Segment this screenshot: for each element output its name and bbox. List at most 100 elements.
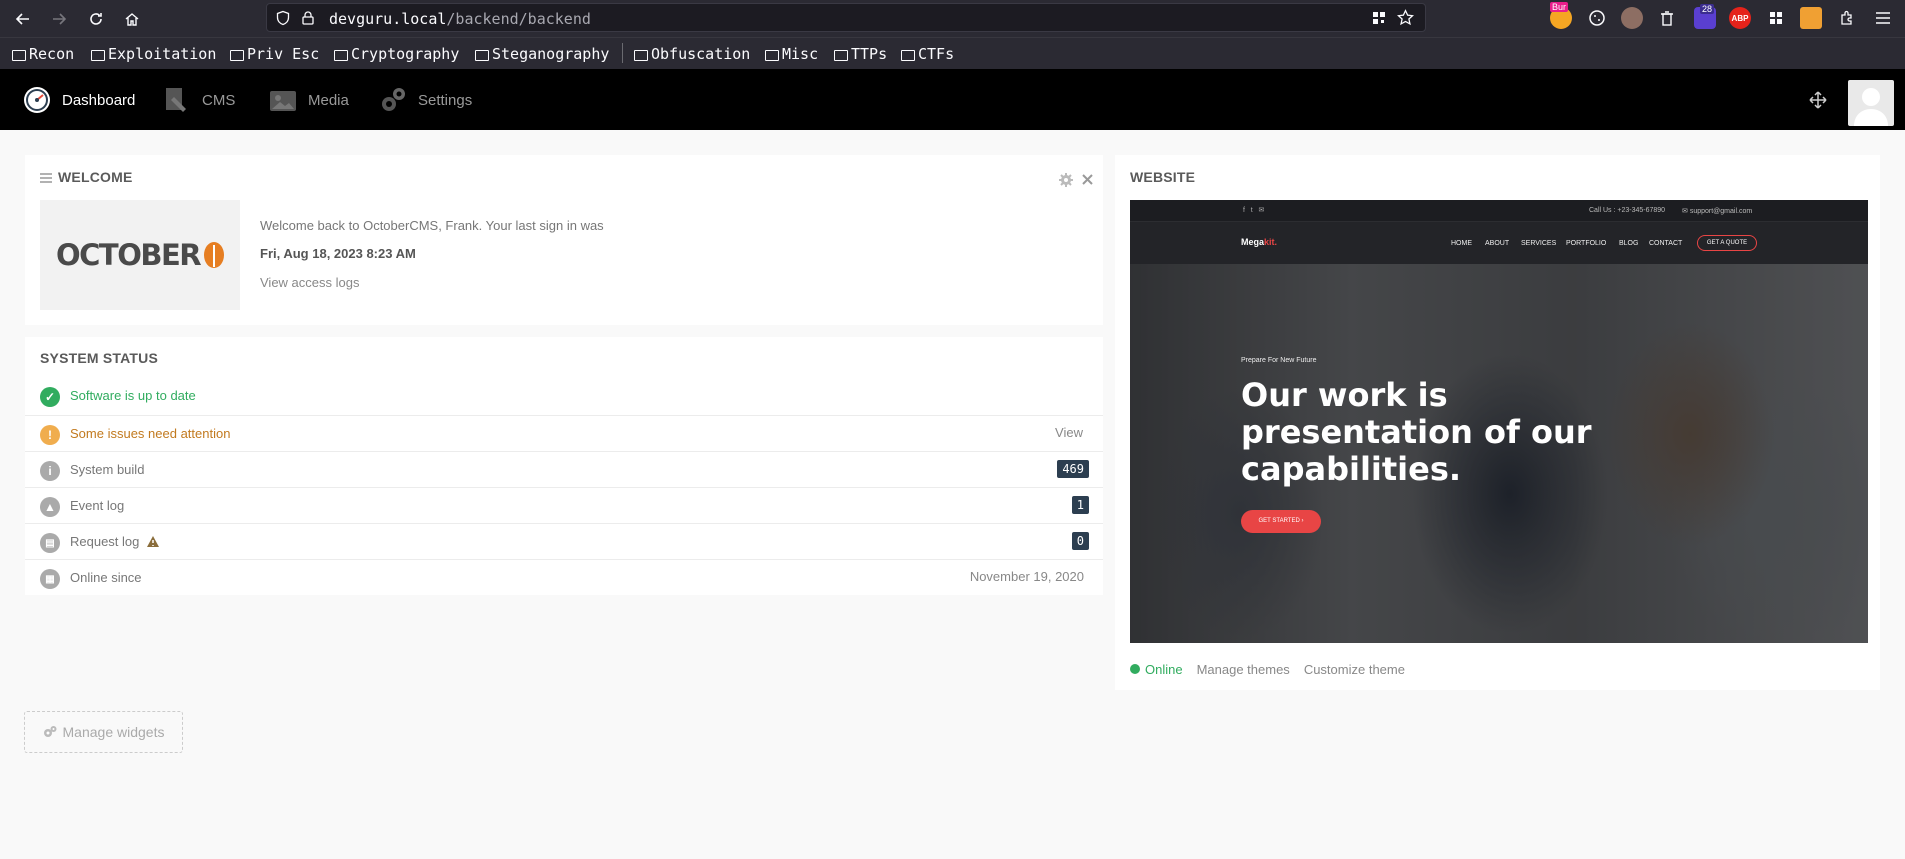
folder-icon: [634, 49, 648, 61]
bookmark-folder-steganography[interactable]: Steganography: [475, 45, 609, 63]
welcome-message: Welcome back to OctoberCMS, Frank. Your …: [260, 218, 604, 233]
bookmark-folder-misc[interactable]: Misc: [765, 45, 818, 63]
shield-icon[interactable]: [275, 10, 291, 26]
exclamation-icon: !: [40, 425, 60, 445]
extension-count-badge: 28: [1700, 4, 1715, 14]
customize-theme-link[interactable]: Customize theme: [1304, 662, 1405, 677]
bookmark-label: Steganography: [492, 45, 610, 63]
grid-extension-icon[interactable]: [1765, 7, 1787, 29]
alert-triangle-icon: [147, 536, 159, 547]
cookie-extension-icon[interactable]: [1586, 7, 1608, 29]
adblock-plus-icon[interactable]: ABP: [1729, 7, 1751, 29]
lock-icon[interactable]: [300, 10, 316, 26]
browser-toolbar: devguru.local/backend/backend Bur 28 ABP: [0, 0, 1905, 37]
welcome-widget: WELCOME OCTOBER Welcome back to OctoberC…: [25, 155, 1103, 325]
bookmark-label: Misc: [782, 45, 819, 63]
menu-hamburger-icon[interactable]: [1872, 7, 1894, 29]
preview-brand: Megakit.: [1241, 237, 1277, 247]
website-status-bar: Online Manage themes Customize theme: [1130, 661, 1405, 677]
view-issues-link[interactable]: View: [1055, 425, 1083, 440]
status-row-software: ✓ Software is up to date: [25, 378, 1103, 414]
forward-button[interactable]: [46, 6, 72, 32]
nav-item-cms[interactable]: CMS: [162, 85, 235, 115]
nav-label: CMS: [202, 91, 236, 109]
back-arrow-icon: [15, 13, 29, 25]
online-since-date: November 19, 2020: [969, 569, 1084, 584]
status-label: System build: [70, 462, 145, 477]
nav-label: Dashboard: [62, 91, 136, 109]
owl-extension-icon[interactable]: [1621, 7, 1643, 29]
website-title: WEBSITE: [1130, 169, 1196, 185]
document-icon: ▤: [40, 533, 60, 553]
settings-icon: [382, 88, 405, 111]
nav-item-media[interactable]: Media: [268, 85, 349, 115]
bookmark-folder-ctfs[interactable]: CTFs: [901, 45, 954, 63]
website-online-status: Online: [1145, 661, 1183, 677]
qr-code-icon[interactable]: [1371, 10, 1387, 26]
home-button[interactable]: [119, 6, 145, 32]
reload-button[interactable]: [83, 6, 109, 32]
bookmark-label: Cryptography: [351, 45, 460, 63]
bookmarks-bar: Recon Exploitation Priv Esc Cryptography…: [0, 37, 1905, 69]
website-preview[interactable]: f t ✉ Call Us : +23-345-67890 ✉ support@…: [1130, 200, 1868, 643]
last-signin-date: Fri, Aug 18, 2023 8:23 AM: [260, 246, 416, 261]
nav-label: Media: [308, 91, 349, 109]
request-log-badge: 0: [1071, 532, 1089, 550]
user-silhouette-icon: [1854, 88, 1888, 126]
bookmark-folder-recon[interactable]: Recon: [12, 45, 74, 63]
cms-icon: [166, 88, 186, 112]
preview-cta-button: GET STARTED ›: [1241, 510, 1321, 533]
preview-call-us: Call Us : +23-345-67890: [1589, 207, 1666, 214]
bookmarks-separator: [622, 43, 623, 63]
online-dot-icon: [1130, 664, 1140, 674]
user-avatar[interactable]: [1848, 80, 1894, 126]
preview-nav-link: SERVICES: [1521, 240, 1557, 247]
october-leaf-icon: [204, 242, 224, 268]
close-icon[interactable]: [1082, 174, 1093, 185]
gears-icon: [43, 726, 57, 737]
status-row-request-log[interactable]: ▤ Request log 0: [25, 523, 1103, 559]
bookmark-folder-exploitation[interactable]: Exploitation: [91, 45, 216, 63]
preview-nav-link: CONTACT: [1649, 240, 1683, 247]
status-label: Online since: [70, 570, 142, 585]
preview-email-text: support@gmail.com: [1689, 208, 1753, 215]
preview-quote-button: GET A QUOTE: [1697, 235, 1757, 251]
foxy-extension-icon[interactable]: [1800, 7, 1822, 29]
status-row-event-log[interactable]: ▲ Event log 1: [25, 487, 1103, 523]
drag-handle-icon[interactable]: [40, 173, 52, 183]
bookmark-label: Obfuscation: [651, 45, 751, 63]
grid-icon: [1770, 12, 1782, 24]
view-access-logs-link[interactable]: View access logs: [260, 275, 359, 290]
status-label: Request log: [70, 534, 140, 549]
move-arrows-icon[interactable]: [1809, 91, 1827, 109]
status-label: Software is up to date: [70, 388, 196, 403]
preview-nav-link: ABOUT: [1485, 240, 1510, 247]
bookmark-label: Exploitation: [108, 45, 217, 63]
bookmark-folder-priv-esc[interactable]: Priv Esc: [230, 45, 319, 63]
url-path: /backend/backend: [446, 10, 591, 28]
bookmark-star-icon[interactable]: [1397, 9, 1414, 26]
folder-icon: [765, 49, 779, 61]
folder-icon: [12, 49, 26, 61]
gear-icon[interactable]: [1059, 173, 1073, 187]
url-text[interactable]: devguru.local/backend/backend: [329, 10, 591, 28]
preview-social-icons: f t ✉: [1243, 207, 1265, 214]
trash-extension-icon[interactable]: [1656, 7, 1678, 29]
event-log-badge: 1: [1071, 496, 1089, 514]
back-button[interactable]: [10, 6, 36, 32]
bookmark-folder-obfuscation[interactable]: Obfuscation: [634, 45, 750, 63]
status-label: Some issues need attention: [70, 426, 231, 441]
manage-widgets-button[interactable]: Manage widgets: [24, 711, 183, 753]
extensions-puzzle-icon[interactable]: [1836, 7, 1858, 29]
url-bar[interactable]: devguru.local/backend/backend: [266, 3, 1426, 32]
nav-item-settings[interactable]: Settings: [378, 85, 472, 115]
nav-item-dashboard[interactable]: Dashboard: [22, 85, 135, 115]
bookmark-folder-cryptography[interactable]: Cryptography: [334, 45, 459, 63]
folder-icon: [901, 49, 915, 61]
dashboard-icon: [24, 87, 50, 113]
october-logo-box: OCTOBER: [40, 200, 240, 310]
bookmark-folder-ttps[interactable]: TTPs: [834, 45, 887, 63]
puzzle-icon: [1841, 10, 1852, 25]
manage-themes-link[interactable]: Manage themes: [1197, 662, 1290, 677]
status-row-online-since: ▦ Online since November 19, 2020: [25, 559, 1103, 595]
